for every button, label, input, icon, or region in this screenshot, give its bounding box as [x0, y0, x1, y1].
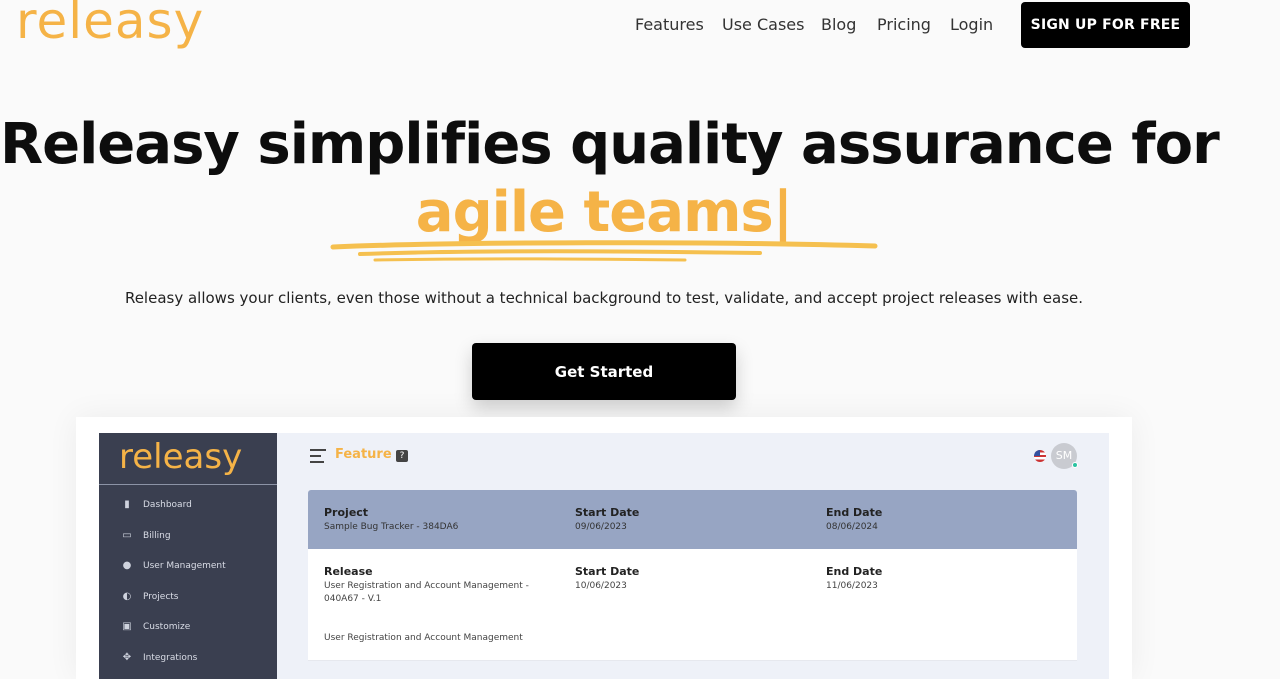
billing-icon: ▭ — [122, 530, 132, 541]
nav-login[interactable]: Login — [950, 15, 993, 34]
menu-icon[interactable] — [310, 449, 326, 463]
users-icon: ● — [122, 560, 132, 571]
integrations-icon: ✥ — [122, 652, 132, 663]
help-icon[interactable]: ? — [396, 450, 408, 462]
project-label: Project — [324, 506, 369, 519]
project-value: Sample Bug Tracker - 384DA6 — [324, 522, 459, 532]
release-end-label: End Date — [826, 565, 883, 578]
nav-pricing[interactable]: Pricing — [877, 15, 931, 34]
app-logo[interactable]: releasy — [119, 437, 242, 477]
release-description: User Registration and Account Management — [324, 633, 523, 643]
signup-button[interactable]: SIGN UP FOR FREE — [1021, 2, 1190, 48]
release-start-value: 10/06/2023 — [575, 581, 627, 591]
sidebar-divider — [99, 484, 277, 485]
online-status-icon — [1072, 462, 1078, 468]
sidebar-item-label: Billing — [143, 531, 171, 541]
page-title: Feature — [335, 447, 392, 462]
bar-chart-icon: ▮ — [124, 499, 130, 510]
hero-subtitle: Releasy allows your clients, even those … — [124, 289, 1084, 307]
release-end-value: 11/06/2023 — [826, 581, 878, 591]
app-main: Feature ? SM Project Sample Bug Tracker … — [277, 433, 1109, 679]
sidebar-item-label: Dashboard — [143, 500, 192, 510]
app-preview: releasy ▮ Dashboard ▭ Billing ● User Man… — [99, 433, 1109, 679]
top-nav: Features Use Cases Blog Pricing Login SI… — [0, 0, 1280, 50]
sidebar-item-label: Projects — [143, 592, 179, 602]
nav-use-cases[interactable]: Use Cases — [722, 15, 804, 34]
sidebar-item-label: Integrations — [143, 653, 198, 663]
projects-icon: ◐ — [122, 591, 132, 602]
project-start-label: Start Date — [575, 506, 640, 519]
release-card: Release User Registration and Account Ma… — [308, 549, 1077, 661]
project-end-label: End Date — [826, 506, 883, 519]
sidebar-item-user-management[interactable]: ● User Management — [121, 558, 226, 574]
sidebar-item-dashboard[interactable]: ▮ Dashboard — [121, 497, 192, 513]
hero-title: Releasy simplifies quality assurance for — [0, 112, 1220, 177]
sidebar-item-integrations[interactable]: ✥ Integrations — [121, 650, 197, 666]
app-sidebar: releasy ▮ Dashboard ▭ Billing ● User Man… — [99, 433, 277, 679]
us-flag-icon[interactable] — [1034, 450, 1046, 462]
sidebar-item-label: User Management — [143, 561, 226, 571]
customize-icon: ▣ — [122, 621, 132, 632]
project-header-card: Project Sample Bug Tracker - 384DA6 Star… — [308, 490, 1077, 549]
project-end-value: 08/06/2024 — [826, 522, 878, 532]
sidebar-item-billing[interactable]: ▭ Billing — [121, 528, 171, 544]
sidebar-item-customize[interactable]: ▣ Customize — [121, 619, 190, 635]
hero-accent-text: agile teams| — [415, 180, 793, 245]
release-value-line1: User Registration and Account Management… — [324, 581, 529, 591]
release-start-label: Start Date — [575, 565, 640, 578]
sidebar-item-label: Customize — [143, 622, 191, 632]
sidebar-item-projects[interactable]: ◐ Projects — [121, 589, 179, 605]
release-value-line2: 040A67 - V.1 — [324, 594, 382, 604]
nav-features[interactable]: Features — [635, 15, 704, 34]
nav-blog[interactable]: Blog — [821, 15, 856, 34]
get-started-button[interactable]: Get Started — [472, 343, 736, 400]
project-start-value: 09/06/2023 — [575, 522, 627, 532]
release-label: Release — [324, 565, 373, 578]
brush-underline-icon — [330, 240, 878, 262]
